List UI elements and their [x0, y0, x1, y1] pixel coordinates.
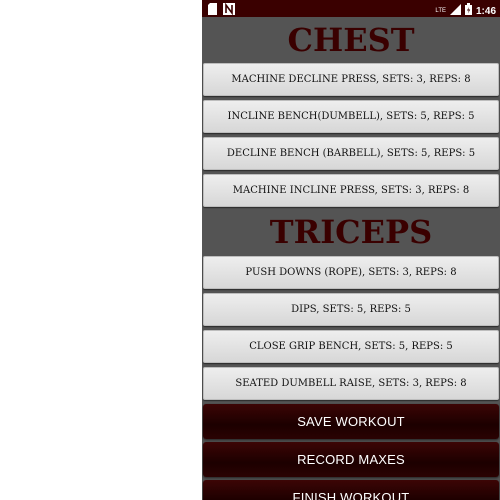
- n-app-icon: [223, 2, 235, 20]
- save-workout-button[interactable]: SAVE WORKOUT: [203, 404, 499, 439]
- network-type-label: LTE: [435, 8, 446, 14]
- phone-screen: LTE 1:46 CHEST MACHINE DECLINE PRESS, SE…: [202, 0, 500, 500]
- clock-time: 1:46: [475, 5, 496, 17]
- exercise-button[interactable]: CLOSE GRIP BENCH, SETS: 5, REPS: 5: [203, 330, 499, 363]
- signal-icon: [449, 2, 461, 20]
- section-title-chest: CHEST: [287, 21, 415, 59]
- section-title-triceps: TRICEPS: [269, 213, 433, 251]
- record-maxes-button[interactable]: RECORD MAXES: [203, 442, 499, 477]
- exercise-button[interactable]: MACHINE DECLINE PRESS, SETS: 3, REPS: 8: [203, 63, 499, 96]
- status-bar: LTE 1:46: [202, 0, 500, 17]
- exercise-button[interactable]: DIPS, SETS: 5, REPS: 5: [203, 293, 499, 326]
- sim-card-icon: [208, 2, 217, 20]
- exercise-button[interactable]: DECLINE BENCH (BARBELL), SETS: 5, REPS: …: [203, 137, 499, 170]
- exercise-button[interactable]: INCLINE BENCH(DUMBELL), SETS: 5, REPS: 5: [203, 100, 499, 133]
- exercise-button[interactable]: MACHINE INCLINE PRESS, SETS: 3, REPS: 8: [203, 174, 499, 207]
- exercise-button[interactable]: SEATED DUMBELL RAISE, SETS: 3, REPS: 8: [203, 367, 499, 400]
- finish-workout-button[interactable]: FINISH WORKOUT: [203, 480, 499, 500]
- battery-icon: [464, 2, 472, 20]
- exercise-button[interactable]: PUSH DOWNS (ROPE), SETS: 3, REPS: 8: [203, 256, 499, 289]
